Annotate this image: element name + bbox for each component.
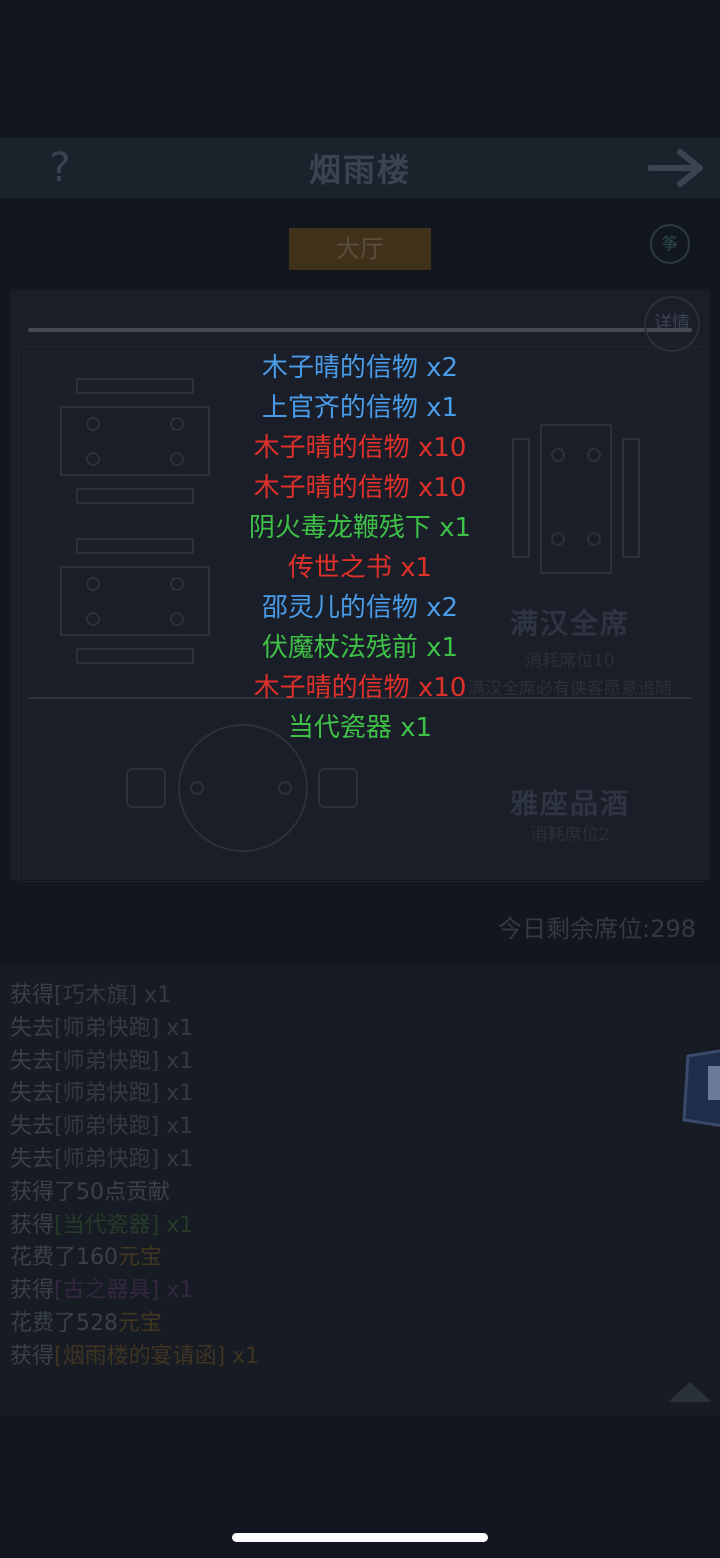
stool-shape [126, 768, 166, 808]
details-button[interactable]: 详情 [644, 296, 700, 352]
log-entry-prefix: 获得 [10, 983, 55, 1008]
remaining-seats-value: 298 [650, 915, 696, 943]
remaining-seats-label: 今日剩余席位: [498, 915, 651, 943]
log-entry: 失去[师弟快跑] x1 [10, 1111, 610, 1144]
arrow-right-icon[interactable] [648, 146, 706, 190]
log-entry: 获得了50点贡献 [10, 1177, 610, 1210]
instrument-icon[interactable]: 筝 [650, 224, 690, 264]
log-entry-prefix: 失去 [10, 1015, 55, 1041]
log-entry-item: [师弟快跑] [54, 1015, 160, 1041]
reward-item: 木子晴的信物 x10 [253, 473, 467, 503]
reward-item: 上官齐的信物 x1 [261, 393, 459, 423]
log-entry-prefix: 失去 [10, 1048, 55, 1074]
log-entry: 获得[古之器具] x1 [10, 1275, 610, 1308]
log-entry-count: x1 [159, 1278, 194, 1304]
seat-dot [278, 781, 292, 795]
log-entry-prefix: 获得 [10, 1343, 55, 1369]
log-entry-item: [巧木旗] [54, 983, 138, 1008]
log-entry: 获得[当代瓷器] x1 [10, 1210, 610, 1243]
log-entry-count: x1 [159, 1146, 194, 1172]
seat-dot [190, 781, 204, 795]
stool-shape [318, 768, 358, 808]
log-entry-prefix: 失去 [10, 1081, 55, 1107]
log-entry-count: x1 [159, 1015, 194, 1041]
log-entry: 失去[师弟快跑] x1 [10, 1144, 610, 1177]
log-entry-item: [烟雨楼的宴请函] [54, 1343, 226, 1369]
seat-dot [86, 577, 100, 591]
log-entry-item: [师弟快跑] [54, 1081, 160, 1107]
log-entry: 花费了528元宝 [10, 1308, 610, 1341]
page-title: 烟雨楼 [308, 151, 411, 189]
reward-popup-list: 木子晴的信物 x2 上官齐的信物 x1 木子晴的信物 x10 木子晴的信物 x10 阴火… [160, 348, 560, 748]
reward-item: 伏魔杖法残前 x1 [261, 633, 459, 663]
log-entry-count: x1 [137, 983, 172, 1008]
chevron-up-icon[interactable] [668, 1378, 712, 1402]
reward-item: 阴火毒龙鞭残下 x1 [248, 513, 472, 543]
log-entry: 获得[烟雨楼的宴请函] x1 [10, 1341, 610, 1374]
seat-dot [86, 452, 100, 466]
wine-option-title[interactable]: 雅座品酒 [480, 782, 660, 822]
character-avatar-icon[interactable] [678, 1046, 720, 1130]
log-entry: 获得[巧木旗] x1 [10, 980, 610, 1013]
seat-dot [587, 532, 601, 546]
log-entry-item: 元宝 [118, 1310, 163, 1336]
log-entry-count: x1 [159, 1212, 194, 1238]
reward-item: 木子晴的信物 x2 [261, 353, 459, 383]
log-entry: 失去[师弟快跑] x1 [10, 1078, 610, 1111]
log-entry-prefix: 失去 [10, 1146, 55, 1172]
log-entry-item: [师弟快跑] [54, 1114, 160, 1140]
log-entry-prefix: 获得了50点贡献 [10, 1179, 170, 1205]
log-entry-item: [师弟快跑] [54, 1048, 160, 1074]
log-entry-prefix: 获得 [10, 1212, 55, 1238]
log-entry-prefix: 花费了528 [10, 1310, 118, 1336]
reward-item: 木子晴的信物 x10 [253, 433, 467, 463]
log-entry-count: x1 [159, 1114, 194, 1140]
bench-shape [622, 438, 640, 558]
remaining-seats: 今日剩余席位:298 [440, 912, 696, 946]
log-entry-item: [古之器具] [54, 1278, 160, 1304]
reward-item: 当代瓷器 x1 [287, 713, 433, 743]
log-entry-count: x1 [159, 1048, 194, 1074]
log-entry-count: x1 [225, 1343, 260, 1369]
log-entry: 失去[师弟快跑] x1 [10, 1046, 610, 1079]
wine-option-cost: 消耗席位2 [530, 825, 610, 845]
log-entry-item: [当代瓷器] [54, 1212, 160, 1238]
reward-item: 传世之书 x1 [287, 553, 433, 583]
question-mark-icon[interactable]: ? [42, 148, 78, 188]
log-entry-prefix: 失去 [10, 1114, 55, 1140]
log-entry-item: 元宝 [118, 1245, 163, 1271]
reward-item: 邵灵儿的信物 x2 [261, 593, 459, 623]
seat-dot [86, 417, 100, 431]
log-entry-item: [师弟快跑] [54, 1146, 160, 1172]
reward-item: 木子晴的信物 x10 [253, 673, 467, 703]
event-log-list[interactable]: 获得[巧木旗] x1 失去[师弟快跑] x1 失去[师弟快跑] x1 失去[师弟快跑]… [10, 980, 610, 1374]
log-entry: 失去[师弟快跑] x1 [10, 1013, 610, 1046]
home-indicator[interactable] [232, 1533, 488, 1542]
log-entry: 花费了160元宝 [10, 1242, 610, 1275]
log-entry-count: x1 [159, 1081, 194, 1107]
seat-dot [86, 612, 100, 626]
log-entry-prefix: 获得 [10, 1278, 55, 1304]
tab-hall[interactable]: 大厅 [289, 228, 431, 270]
log-entry-prefix: 花费了160 [10, 1245, 118, 1271]
divider [28, 328, 692, 332]
seat-dot [587, 448, 601, 462]
